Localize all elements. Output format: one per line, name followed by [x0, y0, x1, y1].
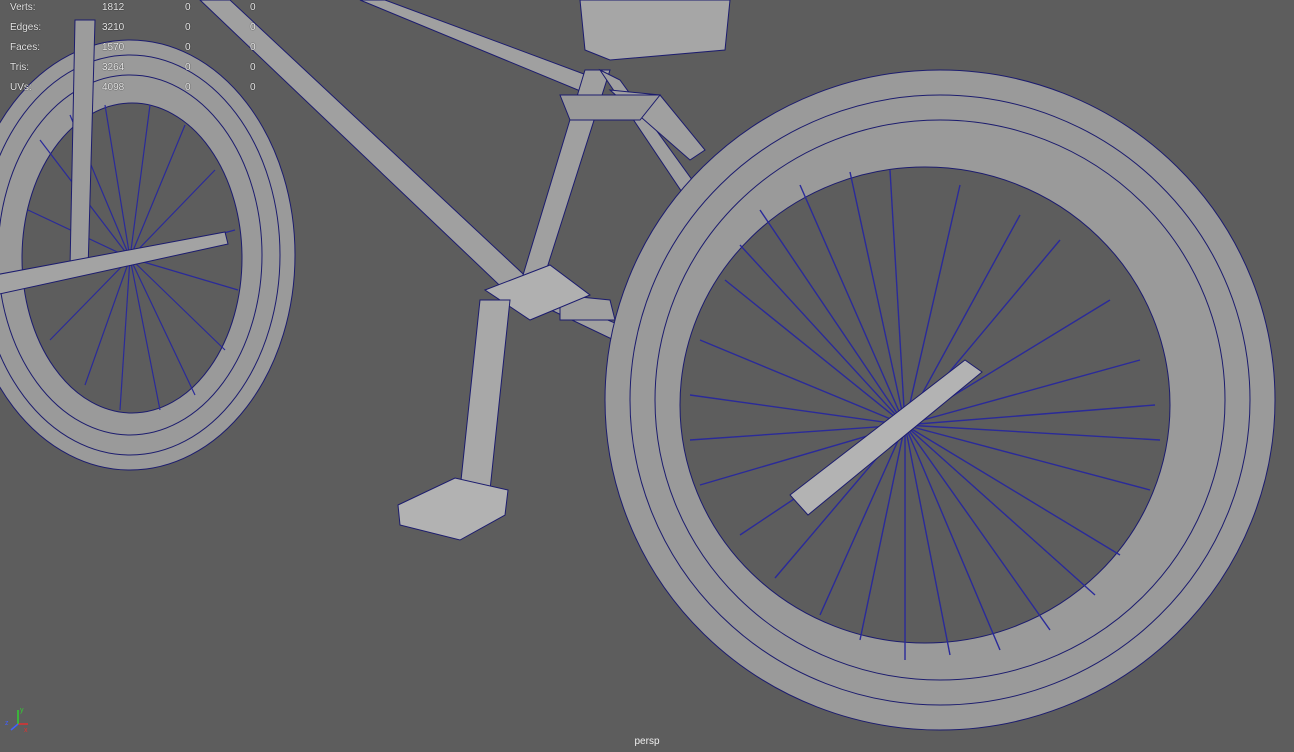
hud-row-uvs: UVs: 4098 0 0 — [10, 81, 270, 101]
hud-value: 3264 — [102, 62, 125, 73]
hud-value: 1812 — [102, 2, 125, 13]
hud-value: 0 — [250, 62, 256, 73]
3d-viewport[interactable] — [0, 0, 1294, 752]
hud-value: 0 — [250, 22, 256, 33]
hud-value: 1570 — [102, 42, 125, 53]
axis-x-label: x — [24, 727, 28, 734]
hud-label: Faces: — [10, 42, 41, 53]
hud-value: 4098 — [102, 82, 125, 93]
axis-y-label: y — [20, 707, 24, 714]
hud-label: Verts: — [10, 2, 36, 13]
axis-gizmo-icon: y z x — [5, 707, 28, 734]
hud-value: 0 — [185, 42, 191, 53]
hud-label: Edges: — [10, 22, 42, 33]
poly-count-hud: Verts: 1812 0 0 Edges: 3210 0 0 Faces: 1… — [10, 1, 270, 101]
hud-row-tris: Tris: 3264 0 0 — [10, 61, 270, 81]
hud-value: 0 — [185, 62, 191, 73]
hud-row-edges: Edges: 3210 0 0 — [10, 21, 270, 41]
hud-label: Tris: — [10, 62, 30, 73]
hud-value: 0 — [185, 82, 191, 93]
hud-row-faces: Faces: 1570 0 0 — [10, 41, 270, 61]
hud-value: 0 — [250, 2, 256, 13]
hud-label: UVs: — [10, 82, 32, 93]
camera-name-label: persp — [634, 736, 660, 747]
hud-value: 0 — [185, 22, 191, 33]
hud-row-verts: Verts: 1812 0 0 — [10, 1, 270, 21]
hud-value: 3210 — [102, 22, 125, 33]
hud-value: 0 — [250, 82, 256, 93]
hud-value: 0 — [250, 42, 256, 53]
rear-wheel — [604, 69, 1276, 731]
axis-z-label: z — [5, 720, 9, 727]
hud-value: 0 — [185, 2, 191, 13]
